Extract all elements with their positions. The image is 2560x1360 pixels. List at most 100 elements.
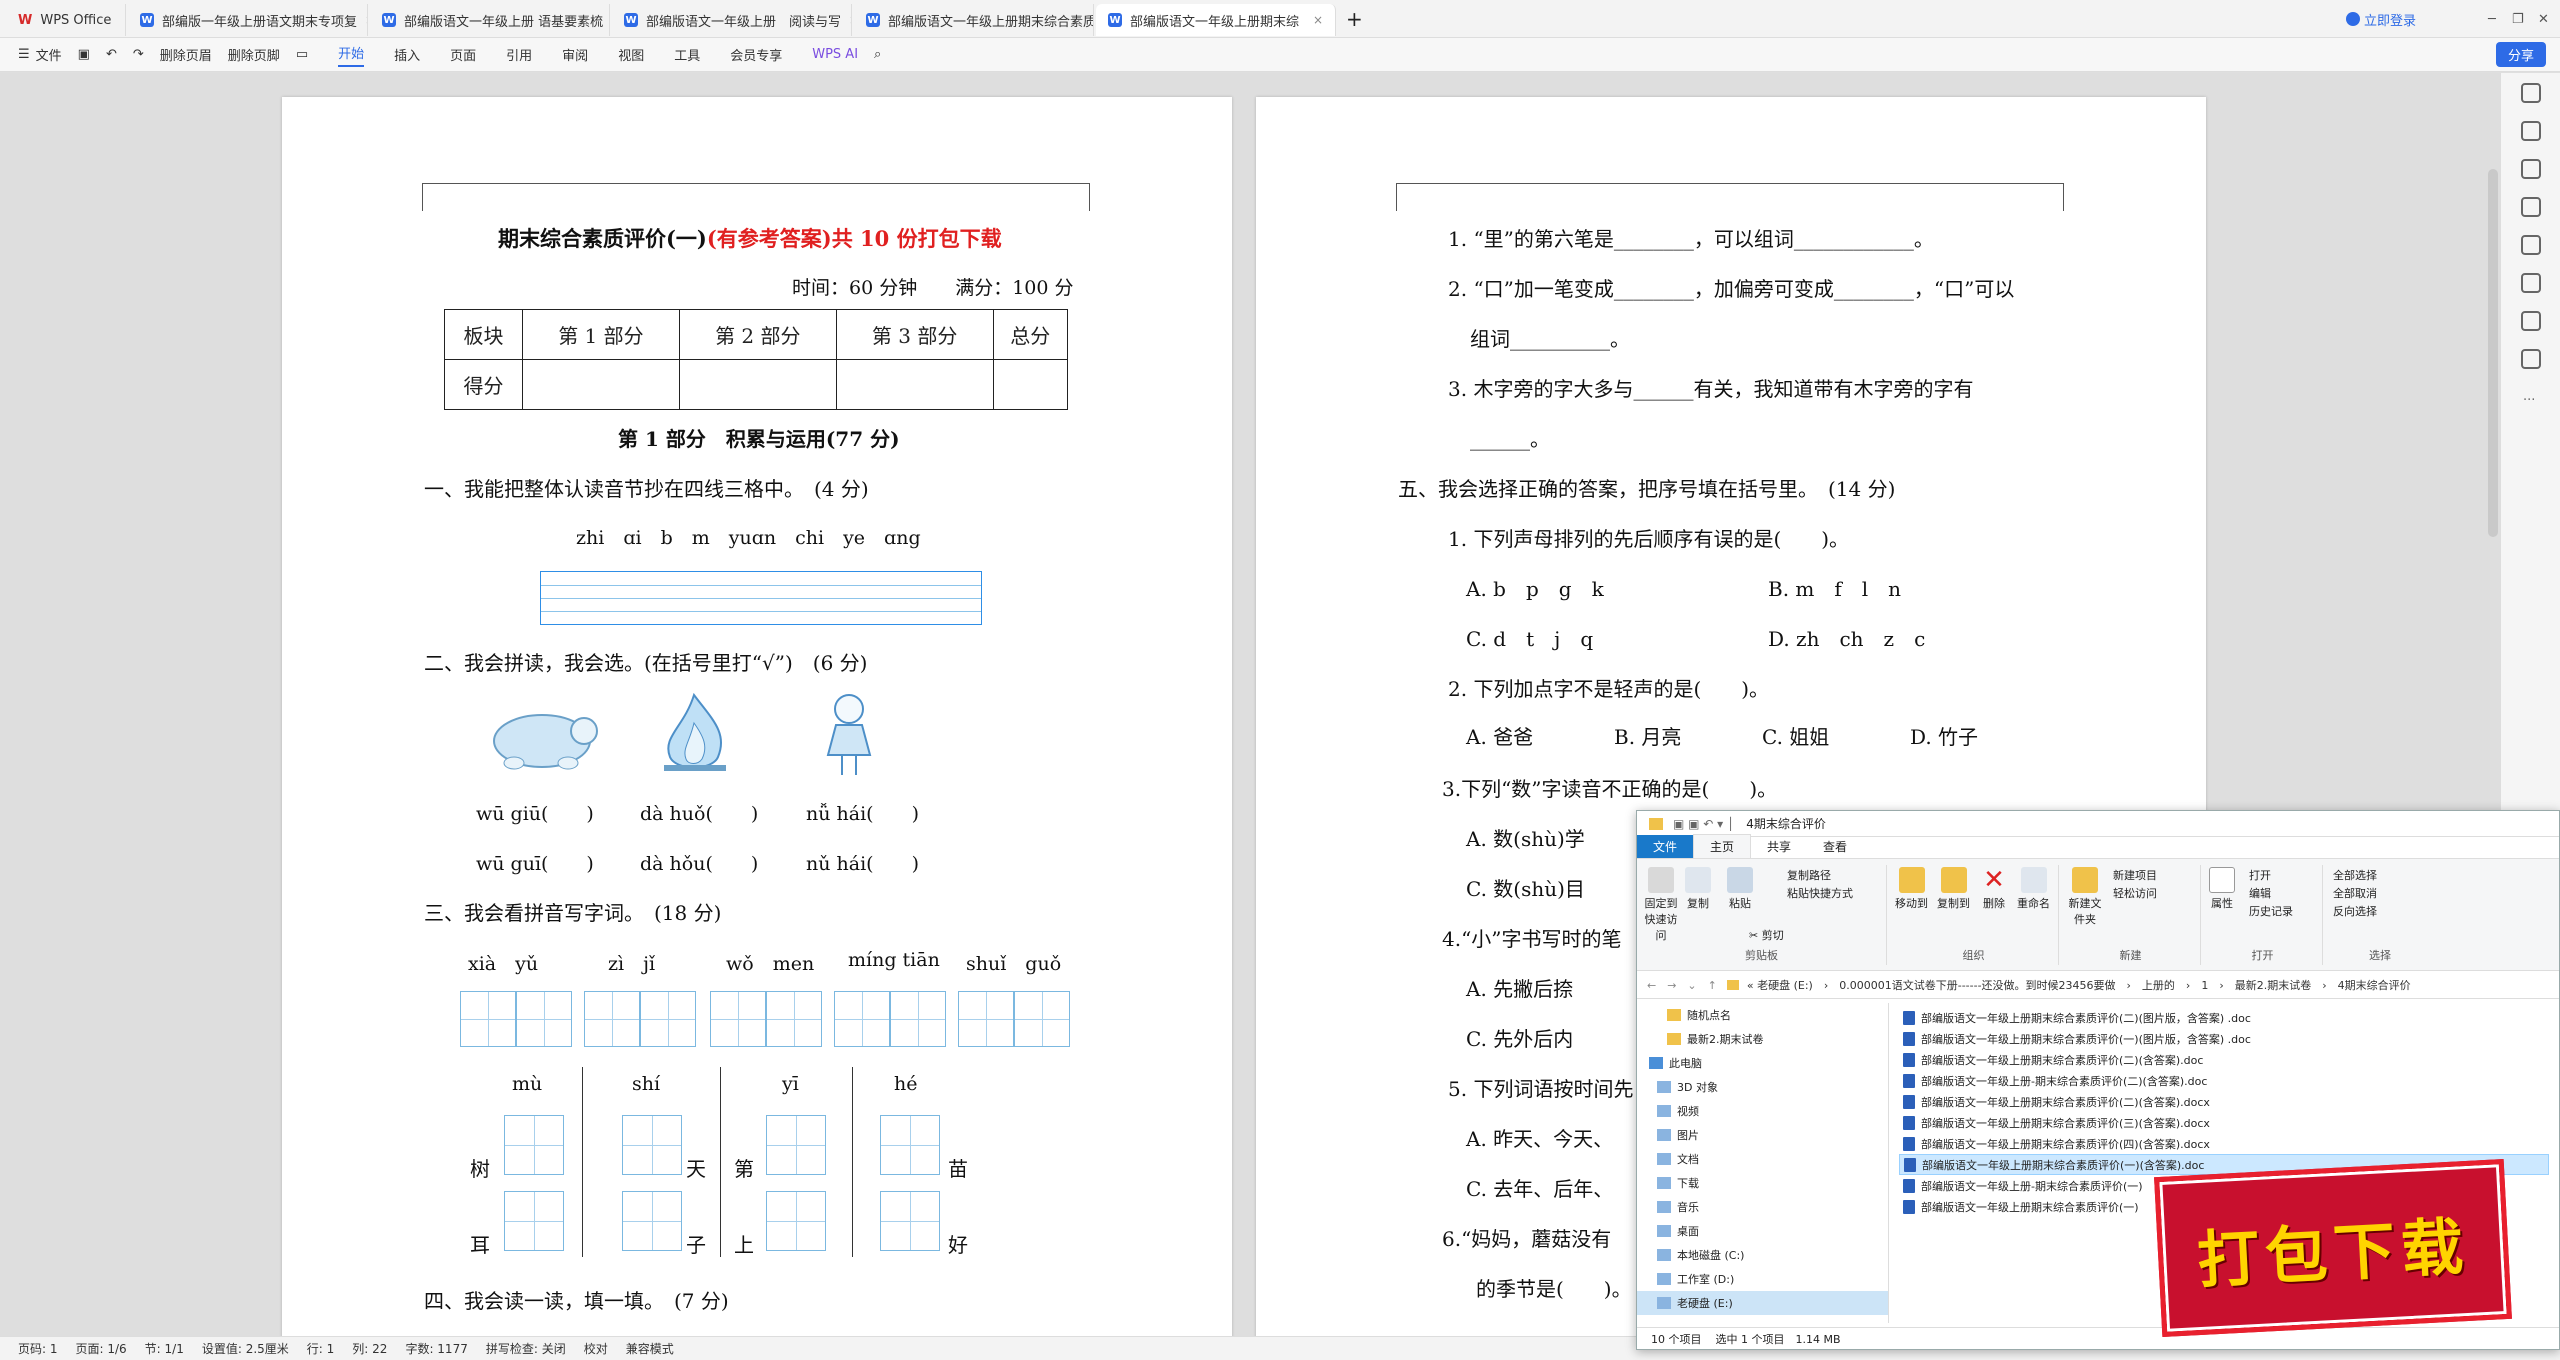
nav-item[interactable]: 视频 [1637,1099,1888,1123]
adjust-icon[interactable] [2521,197,2541,217]
writing-cell[interactable] [516,991,572,1047]
share-button[interactable]: 分享 [2495,42,2546,67]
select-none-button[interactable]: 全部取消 [2333,885,2377,901]
delete-header-button[interactable]: 删除页眉 [160,45,212,64]
rename-button[interactable]: 重命名 [2017,867,2050,911]
nav-item[interactable]: 桌面 [1637,1219,1888,1243]
invert-selection-button[interactable]: 反向选择 [2333,903,2377,919]
tab-doc-1[interactable]: W 部编版一年级上册语文期末专项复 × [128,4,368,36]
file-menu[interactable]: 文件 [36,45,62,64]
four-line-grid[interactable] [540,571,982,625]
header-options-icon[interactable]: ▭ [296,47,308,62]
move-to-button[interactable]: 移动到 [1895,867,1928,911]
nav-item[interactable]: 音乐 [1637,1195,1888,1219]
tools-icon[interactable] [2521,273,2541,293]
copy-button[interactable]: 复制 [1685,867,1711,911]
menu-home[interactable]: 开始 [338,43,365,67]
writing-cell[interactable] [504,1191,564,1251]
nav-item[interactable]: 文档 [1637,1147,1888,1171]
writing-cell[interactable] [1014,991,1070,1047]
undo-icon[interactable]: ↶ [106,47,117,62]
pin-button[interactable]: 固定到快速访问 [1643,867,1679,943]
nav-item[interactable]: 随机点名 [1637,1003,1888,1027]
paste-button[interactable]: 粘贴 [1727,867,1753,911]
writing-cell[interactable] [504,1115,564,1175]
status-pages[interactable]: 页面: 1/6 [76,1340,127,1357]
close-icon[interactable]: × [841,13,851,27]
copy-path-button[interactable]: 复制路径 [1787,867,1831,883]
address-path[interactable]: « 老硬盘 (E:) › 0.000001语文试卷下册------还没做。到时候… [1747,977,2411,993]
table-cell[interactable] [835,359,994,410]
tab-doc-4[interactable]: W 部编版语文一年级上册期末综合素质 × [854,4,1094,36]
wps-ai-button[interactable]: WPS AI [812,47,858,62]
status-words[interactable]: 字数: 1177 [405,1340,467,1357]
tab-home[interactable]: 主页 [1693,834,1752,858]
writing-cell[interactable] [640,991,696,1047]
nav-item[interactable]: 老硬盘 (E:) [1637,1291,1888,1315]
login-button[interactable]: 立即登录 [2346,8,2416,30]
collapse-icon[interactable] [2521,83,2541,103]
properties-button[interactable]: 属性 [2209,867,2235,911]
file-item[interactable]: 部编版语文一年级上册期末综合素质评价(二)(含答案).doc [1899,1049,2549,1070]
help-icon[interactable] [2521,311,2541,331]
download-banner[interactable]: 打包下载 [2154,1158,2512,1338]
new-tab-button[interactable]: + [1346,7,1363,31]
writing-cell[interactable] [890,991,946,1047]
writing-cell[interactable] [880,1115,940,1175]
style-icon[interactable] [2521,235,2541,255]
writing-cell[interactable] [834,991,890,1047]
writing-cell[interactable] [766,1191,826,1251]
tab-view[interactable]: 查看 [1807,835,1863,858]
writing-cell[interactable] [958,991,1014,1047]
nav-item[interactable]: 本地磁盘 (C:) [1637,1243,1888,1267]
pen-icon[interactable] [2521,121,2541,141]
paste-shortcut-button[interactable]: 粘贴快捷方式 [1787,885,1853,901]
select-icon[interactable] [2521,159,2541,179]
file-item[interactable]: 部编版语文一年级上册期末综合素质评价(二)(图片版，含答案) .doc [1899,1007,2549,1028]
minimize-icon[interactable]: ─ [2488,8,2496,30]
menu-view[interactable]: 视图 [618,45,644,64]
search-icon[interactable]: ⌕ [874,47,881,62]
writing-cell[interactable] [584,991,640,1047]
nav-arrows[interactable]: ← → ⌄ ↑ [1647,977,1717,993]
tab-doc-active[interactable]: W 部编版语文一年级上册期末综 × [1096,4,1336,36]
file-item[interactable]: 部编版语文一年级上册期末综合素质评价(三)(含答案).docx [1899,1112,2549,1133]
writing-cell[interactable] [622,1191,682,1251]
close-window-icon[interactable]: ✕ [2538,8,2549,30]
status-proof[interactable]: 校对 [584,1340,608,1357]
writing-cell[interactable] [880,1191,940,1251]
table-cell[interactable] [678,359,837,410]
edit-button[interactable]: 编辑 [2249,885,2271,901]
close-icon[interactable]: × [603,13,609,27]
close-icon[interactable]: × [1305,13,1323,27]
cut-button[interactable]: ✂ 剪切 [1749,927,1784,943]
file-item[interactable]: 部编版语文一年级上册期末综合素质评价(四)(含答案).docx [1899,1133,2549,1154]
delete-footer-button[interactable]: 删除页脚 [228,45,280,64]
writing-cell[interactable] [766,1115,826,1175]
copy-to-button[interactable]: 复制到 [1937,867,1970,911]
history-button[interactable]: 历史记录 [2249,903,2293,919]
save-icon[interactable]: ▣ [78,47,90,62]
menu-insert[interactable]: 插入 [394,45,420,64]
nav-item[interactable]: 此电脑 [1637,1051,1888,1075]
tab-doc-3[interactable]: W 部编版语文一年级上册 阅读与写 × [612,4,852,36]
share-icon[interactable] [2521,349,2541,369]
restore-icon[interactable]: ❐ [2512,8,2524,30]
menu-icon[interactable]: ☰ [18,47,30,62]
vertical-scrollbar[interactable] [2488,169,2498,537]
more-icon[interactable]: ··· [2523,393,2535,408]
menu-review[interactable]: 审阅 [562,45,588,64]
menu-page[interactable]: 页面 [450,45,476,64]
menu-tools[interactable]: 工具 [674,45,700,64]
select-all-button[interactable]: 全部选择 [2333,867,2377,883]
nav-item[interactable]: 图片 [1637,1123,1888,1147]
close-icon[interactable]: × [357,13,367,27]
table-cell[interactable] [522,359,680,410]
status-spell[interactable]: 拼写检查: 关闭 [486,1340,566,1357]
nav-item[interactable]: 工作室 (D:) [1637,1267,1888,1291]
quick-access-icons[interactable]: ▣ ▣ ↶ ▾ │ [1673,817,1734,831]
delete-button[interactable]: ✕ 删除 [1981,867,2007,911]
menu-member[interactable]: 会员专享 [730,45,782,64]
easy-access-button[interactable]: 轻松访问 [2113,885,2157,901]
nav-item[interactable]: 下载 [1637,1171,1888,1195]
